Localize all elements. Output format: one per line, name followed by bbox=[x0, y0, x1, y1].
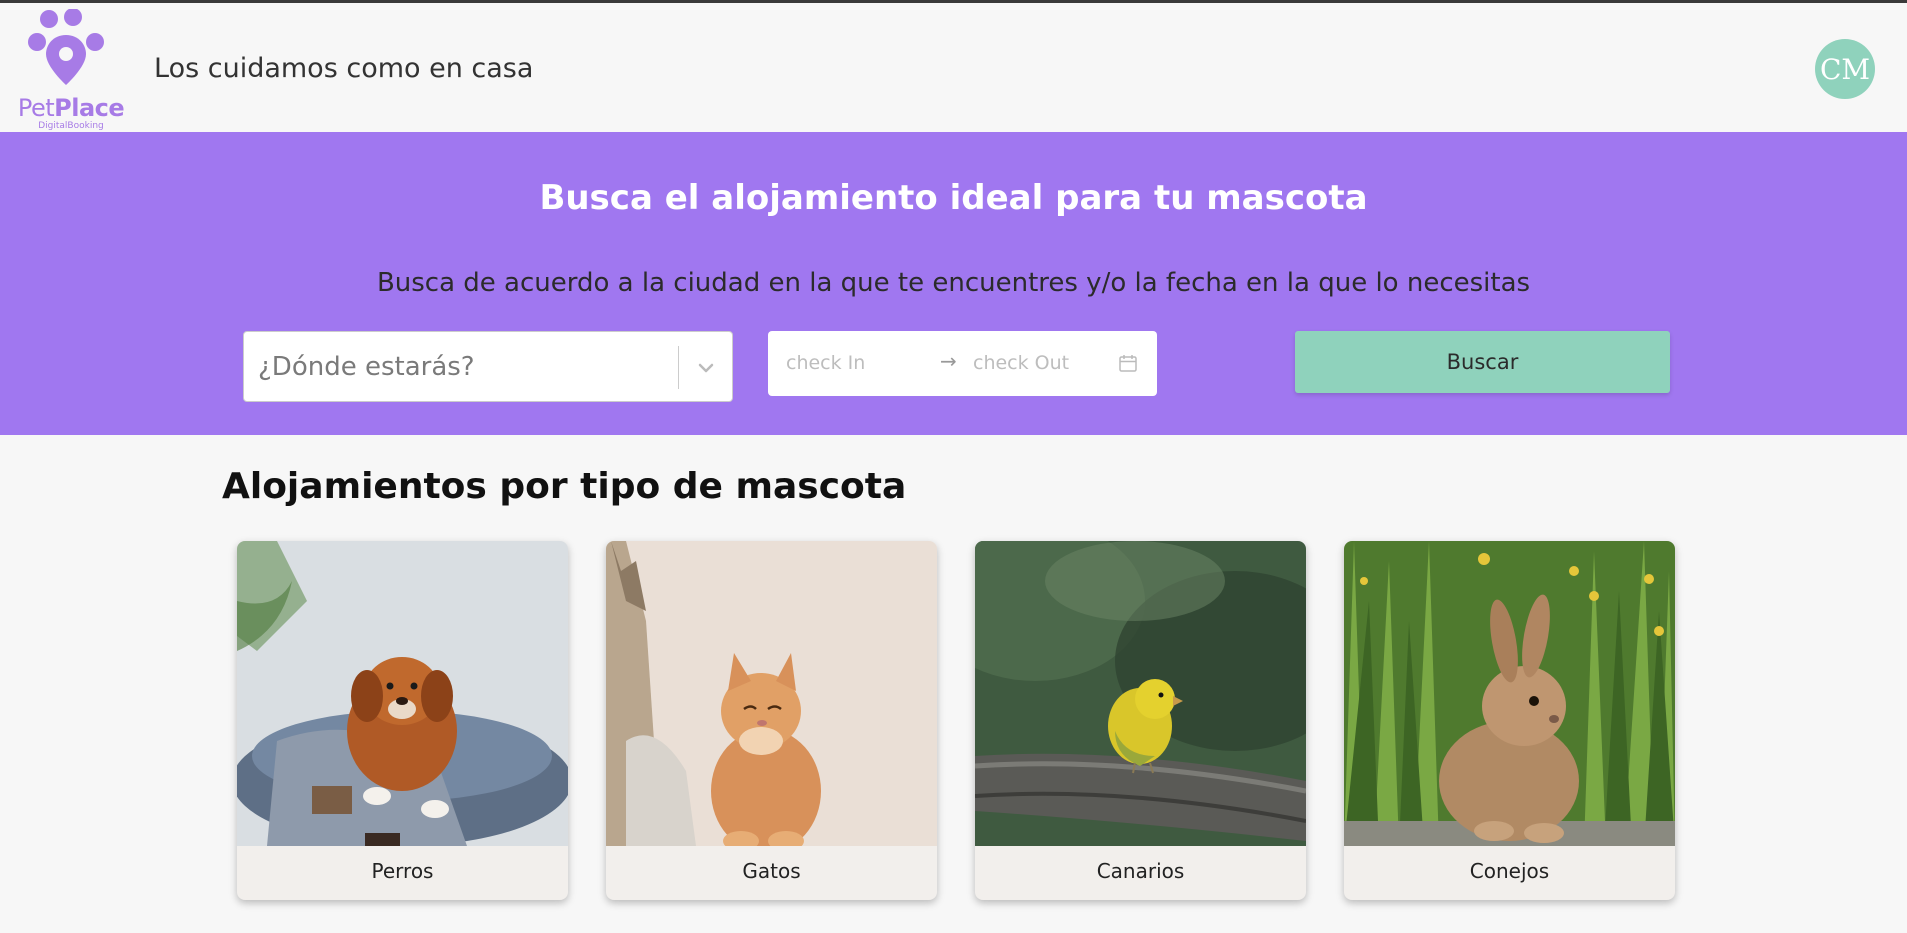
category-label: Gatos bbox=[742, 859, 801, 883]
category-label: Conejos bbox=[1469, 859, 1550, 883]
hero-description: Busca de acuerdo a la ciudad en la que t… bbox=[376, 268, 1531, 298]
category-label: Canarios bbox=[1096, 859, 1185, 883]
check-out-field[interactable]: check Out bbox=[973, 352, 1069, 374]
arrow-right-icon: → bbox=[940, 349, 957, 373]
header-tagline: Los cuidamos como en casa bbox=[154, 53, 534, 84]
category-card-gatos[interactable]: Gatos bbox=[606, 541, 937, 900]
brand-name: PetPlace bbox=[17, 94, 125, 122]
cat-photo bbox=[606, 541, 937, 846]
calendar-icon[interactable] bbox=[1118, 353, 1138, 373]
rabbit-photo bbox=[1344, 541, 1675, 846]
dog-photo bbox=[237, 541, 568, 846]
user-avatar[interactable]: CM bbox=[1815, 39, 1875, 99]
chevron-down-icon[interactable] bbox=[692, 354, 720, 382]
category-card-conejos[interactable]: Conejos bbox=[1344, 541, 1675, 900]
check-in-field[interactable]: check In bbox=[786, 352, 865, 374]
site-header: PetPlace DigitalBooking Los cuidamos com… bbox=[0, 3, 1907, 132]
select-divider bbox=[678, 346, 679, 389]
hero-title: Busca el alojamiento ideal para tu masco… bbox=[539, 178, 1368, 218]
destination-input[interactable] bbox=[258, 344, 668, 390]
brand-subtitle: DigitalBooking bbox=[38, 121, 104, 131]
category-card-perros[interactable]: Perros bbox=[237, 541, 568, 900]
search-button[interactable]: Buscar bbox=[1295, 331, 1670, 393]
category-label: Perros bbox=[371, 859, 434, 883]
petplace-logo[interactable]: PetPlace DigitalBooking bbox=[14, 9, 128, 131]
category-card-canarios[interactable]: Canarios bbox=[975, 541, 1306, 900]
destination-select[interactable] bbox=[243, 331, 733, 402]
canary-photo bbox=[975, 541, 1306, 846]
section-title: Alojamientos por tipo de mascota bbox=[222, 466, 907, 507]
paw-location-icon bbox=[28, 9, 104, 85]
date-range-picker[interactable]: check In → check Out bbox=[768, 331, 1157, 396]
